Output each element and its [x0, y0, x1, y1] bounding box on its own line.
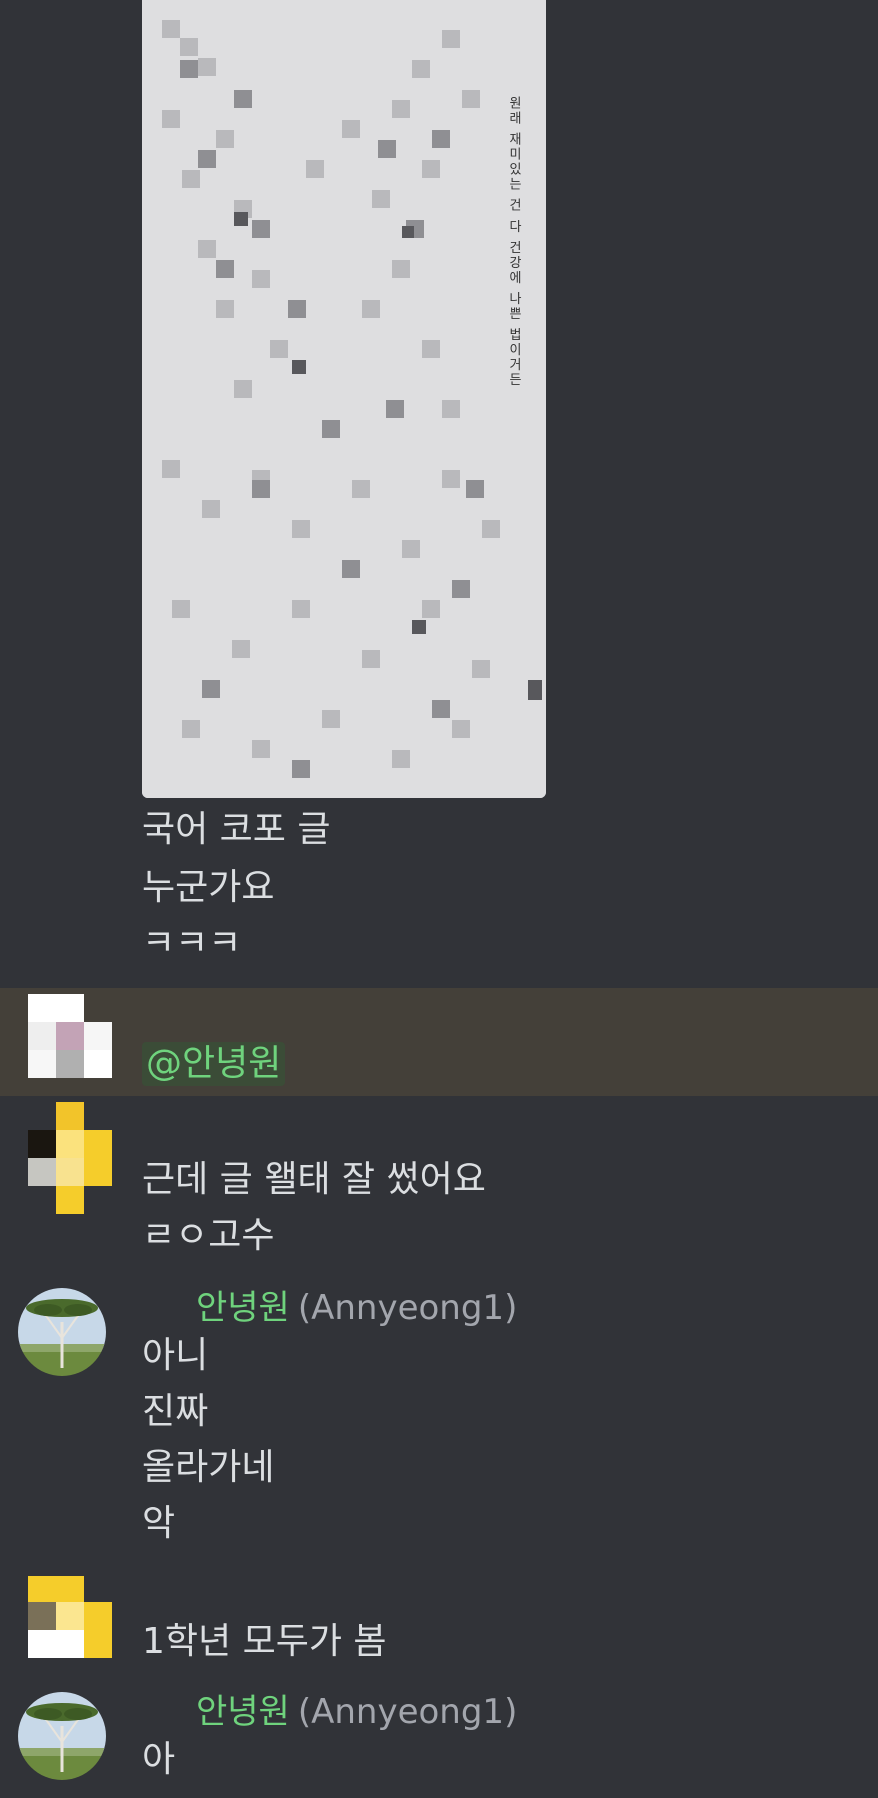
message-line: 누군가요: [142, 867, 275, 908]
avatar[interactable]: [26, 1574, 114, 1662]
message-line: 아: [142, 1739, 176, 1780]
message-line: 올라가네: [142, 1447, 275, 1488]
message-author: 안녕원 (Annyeong1): [196, 1690, 517, 1734]
message-line: 아니: [142, 1335, 209, 1376]
pixelated-avatar-icon: [26, 994, 114, 1082]
pixelated-avatar-icon: [26, 1102, 114, 1214]
avatar[interactable]: [18, 1692, 106, 1780]
image-attachment[interactable]: 원래 재미있는 건 다 건강에 나쁜 법이거든: [142, 0, 546, 798]
message-line: 악: [142, 1503, 176, 1544]
message-line: 근데 글 왤태 잘 썼어요: [142, 1159, 486, 1200]
author-name[interactable]: 안녕원: [196, 1692, 290, 1732]
author-handle: (Annyeong1): [297, 1288, 518, 1328]
user-mention[interactable]: @안녕원: [142, 1042, 286, 1086]
message-line: 국어 코포 글: [142, 809, 331, 850]
message-author: 안녕원 (Annyeong1): [196, 1286, 517, 1330]
pixelated-document-image: [142, 0, 546, 798]
pixelated-avatar-icon: [26, 1574, 114, 1662]
avatar[interactable]: [26, 1102, 114, 1214]
avatar[interactable]: [18, 1288, 106, 1376]
message-line: ㅋㅋㅋ: [142, 923, 242, 964]
author-handle: (Annyeong1): [297, 1692, 518, 1732]
message-line: ㄹㅇ고수: [142, 1215, 275, 1256]
highlighted-message-row: [0, 988, 878, 1096]
avatar[interactable]: [26, 994, 114, 1082]
author-name[interactable]: 안녕원: [196, 1288, 290, 1328]
message-line: 1학년 모두가 봄: [142, 1621, 387, 1662]
tree-avatar-icon: [18, 1288, 106, 1376]
message-line: 진짜: [142, 1391, 209, 1432]
attachment-visible-text: 원래 재미있는 건 다 건강에 나쁜 법이거든: [506, 96, 521, 388]
tree-avatar-icon: [18, 1692, 106, 1780]
